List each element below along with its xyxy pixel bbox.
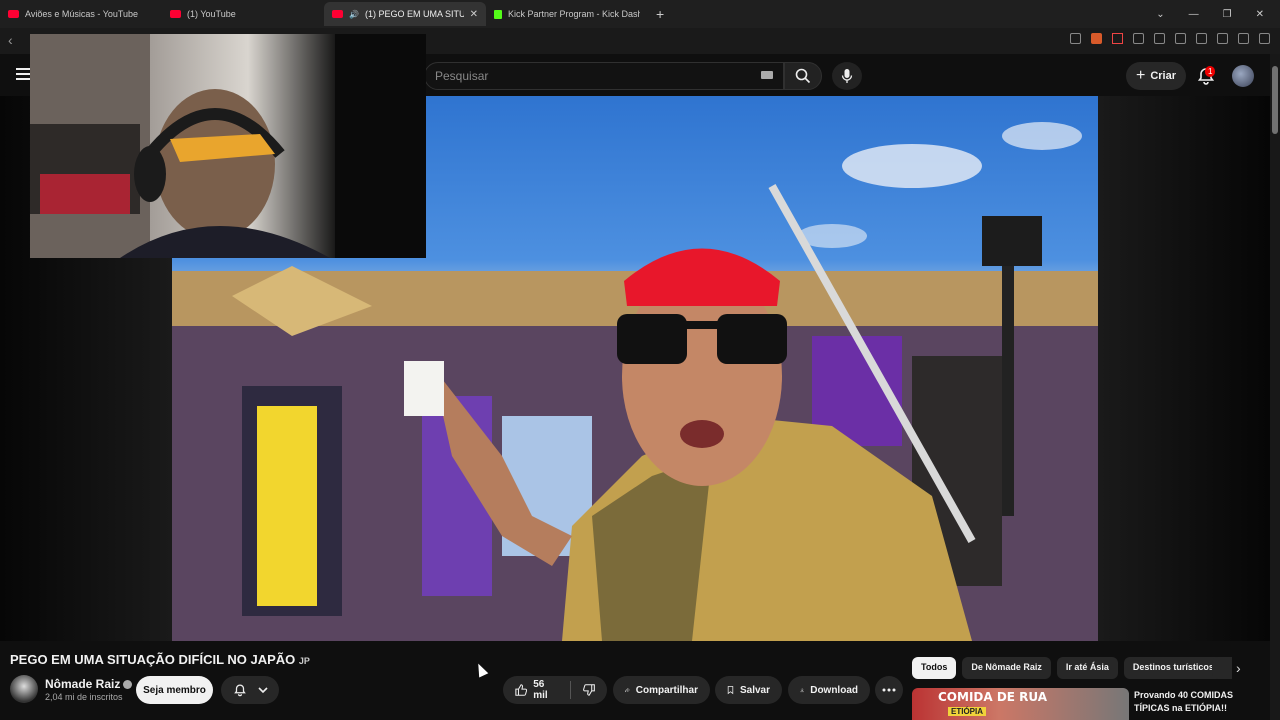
chip-channel[interactable]: De Nômade Raiz [962, 657, 1051, 679]
search-button[interactable] [784, 62, 822, 90]
maximize-icon[interactable]: ❐ [1223, 9, 1232, 20]
thumbs-down-icon[interactable] [582, 683, 595, 697]
browser-tab-strip: Aviões e Músicas - YouTube (1) YouTube 🔊… [0, 0, 1280, 28]
subscription-bell-button[interactable] [221, 676, 279, 704]
bell-icon [233, 684, 246, 697]
account-avatar[interactable] [1232, 65, 1254, 87]
channel-name[interactable]: Nômade Raiz [45, 677, 133, 691]
recommendation-chips: Todos De Nômade Raiz Ir até Ásia Destino… [912, 657, 1223, 679]
video-title: PEGO EM UMA SITUAÇÃO DIFÍCIL NO JAPÃO JP [10, 652, 310, 667]
search-input[interactable]: Pesquisar [424, 62, 784, 90]
chevron-down-icon [257, 687, 268, 694]
plus-icon: + [1135, 67, 1146, 84]
channel-avatar[interactable] [10, 675, 38, 703]
subscriber-count: 2,04 mi de inscritos [45, 692, 123, 702]
extension-icon[interactable] [1133, 33, 1144, 44]
youtube-icon [170, 10, 181, 18]
extension-icon[interactable] [1154, 33, 1165, 44]
close-window-icon[interactable]: ✕ [1256, 9, 1264, 20]
new-tab-button[interactable]: + [648, 6, 672, 22]
tab-title: (1) YouTube [187, 9, 236, 19]
thumbnail-title: COMIDA DE RUA [938, 690, 1048, 704]
tab-title: Kick Partner Program - Kick Dashboa [508, 9, 640, 19]
more-actions-button[interactable] [875, 676, 903, 704]
save-label: Salvar [739, 684, 770, 696]
join-button[interactable]: Seja membro [136, 676, 213, 704]
mouse-cursor [473, 661, 489, 678]
minimize-icon[interactable]: — [1189, 9, 1199, 20]
extension-icon[interactable] [1070, 33, 1081, 44]
back-icon[interactable]: ‹ [8, 32, 13, 48]
vpn-icon[interactable] [1238, 33, 1249, 44]
like-count[interactable]: 56 mil [533, 679, 558, 701]
window-controls: ⌄ — ❐ ✕ [1156, 0, 1280, 28]
more-horizontal-icon [882, 688, 896, 692]
verified-icon [123, 680, 133, 690]
browser-tab-4[interactable]: Kick Partner Program - Kick Dashboa [486, 2, 648, 26]
webcam-overlay [30, 34, 426, 258]
recommended-video-thumbnail[interactable]: COMIDA DE RUA ETIÓPIA [912, 688, 1129, 720]
like-dislike-group: 56 mil [503, 676, 607, 704]
video-title-text: PEGO EM UMA SITUAÇÃO DIFÍCIL NO JAPÃO [10, 652, 296, 667]
extension-icon[interactable] [1091, 33, 1102, 44]
keyboard-icon[interactable] [761, 71, 773, 79]
kick-icon [494, 9, 502, 19]
tab-list-icon[interactable]: ⌄ [1156, 9, 1164, 20]
create-label: Criar [1150, 70, 1177, 82]
divider [569, 681, 571, 699]
chip-all[interactable]: Todos [912, 657, 957, 679]
browser-tab-1[interactable]: Aviões e Músicas - YouTube [0, 2, 162, 26]
youtube-icon [332, 10, 343, 18]
browser-tab-active[interactable]: 🔊 (1) PEGO EM UMA SITUAÇÃ ✕ [324, 2, 486, 26]
channel-name-text: Nômade Raiz [45, 677, 121, 691]
sidebar-icon[interactable] [1175, 33, 1186, 44]
share-icon [625, 687, 630, 693]
menu-icon[interactable] [1259, 33, 1270, 44]
share-button[interactable]: Compartilhar [613, 676, 710, 704]
video-side-shade [1098, 96, 1270, 641]
download-label: Download [810, 684, 858, 696]
bookmark-icon [727, 686, 734, 695]
download-button[interactable]: Download [788, 676, 870, 704]
chip-overflow [1212, 657, 1232, 679]
chevron-right-icon[interactable]: › [1236, 660, 1241, 676]
thumbs-up-icon[interactable] [515, 683, 528, 697]
download-icon [800, 688, 804, 693]
save-button[interactable]: Salvar [715, 676, 782, 704]
chip-asia[interactable]: Ir até Ásia [1056, 657, 1118, 679]
close-tab-icon[interactable]: ✕ [470, 9, 478, 20]
wallet-icon[interactable] [1196, 33, 1207, 44]
browser-tab-2[interactable]: (1) YouTube [162, 2, 324, 26]
page-scrollbar[interactable] [1270, 54, 1280, 720]
webcam-scene [30, 34, 426, 258]
create-button[interactable]: + Criar [1126, 62, 1186, 90]
voice-search-button[interactable] [832, 62, 862, 90]
tab-title: (1) PEGO EM UMA SITUAÇÃ [364, 9, 464, 19]
extension-icon[interactable] [1112, 33, 1123, 44]
leo-icon[interactable] [1217, 33, 1228, 44]
youtube-icon [8, 10, 19, 18]
extensions-area [1070, 33, 1270, 44]
recommended-video-title[interactable]: Provando 40 COMIDAS TÍPICAS na ETIÓPIA!! [1134, 689, 1264, 715]
country-flag: JP [298, 656, 310, 666]
speaker-icon[interactable]: 🔊 [349, 10, 359, 19]
chip-destinations[interactable]: Destinos turísticos [1123, 657, 1223, 679]
thumbnail-subtitle: ETIÓPIA [948, 707, 987, 716]
scrollbar-thumb[interactable] [1272, 66, 1278, 134]
menu-icon[interactable] [16, 68, 30, 80]
search-icon [795, 68, 811, 84]
microphone-icon [841, 69, 853, 83]
tab-title: Aviões e Músicas - YouTube [25, 9, 139, 19]
share-label: Compartilhar [635, 684, 698, 696]
